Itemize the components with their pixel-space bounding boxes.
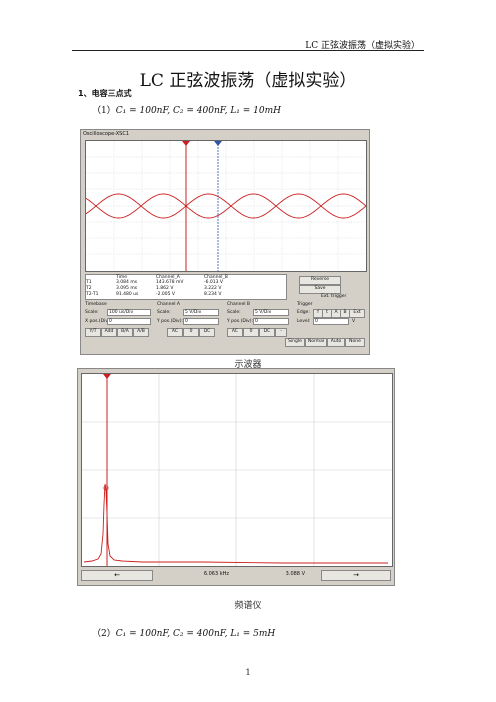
- mode-yt-button[interactable]: Y/T: [85, 328, 101, 337]
- page-number: 1: [245, 668, 251, 677]
- reverse-button[interactable]: Reverse: [299, 276, 341, 285]
- trigger-single-button[interactable]: Single: [285, 338, 305, 347]
- trigger-level-label: Level:: [297, 319, 311, 324]
- frequency-readout: 6.063 kHz: [203, 571, 229, 577]
- channel-a-scale-field[interactable]: 5 V/Div: [183, 309, 219, 316]
- grid: [82, 374, 392, 566]
- channel-a-zero-button[interactable]: 0: [183, 328, 199, 337]
- channel-b-zero-button[interactable]: 0: [243, 328, 259, 337]
- readout-row-label: T2-T1: [86, 292, 99, 297]
- cursor-t2-handle[interactable]: [214, 141, 222, 146]
- spectrum-caption: 频谱仪: [234, 601, 262, 611]
- channel-b-ac-button[interactable]: AC: [227, 328, 243, 337]
- readout-row-label: T2: [86, 286, 92, 291]
- section-heading: 1、电容三点式: [78, 89, 132, 98]
- channel-a-ypos-label: Y pos.(Div):: [157, 319, 183, 324]
- case-2-line: （2）C₁ = 100nF, C₂ = 400nF, L₁ = 5mH: [92, 626, 275, 639]
- oscilloscope-plot: [85, 141, 367, 271]
- header-rule: [72, 50, 424, 51]
- trigger-title: Trigger: [297, 302, 313, 307]
- spectrum-cursor-handle[interactable]: [103, 374, 111, 379]
- channel-b-title: Channel B: [227, 302, 250, 307]
- spectrum-analyzer-window: 1 ← 6.063 kHz 3.088 V →: [77, 368, 395, 586]
- left-arrow-button[interactable]: ←: [81, 570, 153, 581]
- case-2-formula: C₁ = 100nF, C₂ = 400nF, L₁ = 5mH: [115, 629, 276, 639]
- oscilloscope-title: Oscilloscope-XSC1: [81, 130, 369, 139]
- readout-row-a: -2.005 V: [156, 292, 176, 297]
- ext-trigger-label[interactable]: Ext. trigger: [321, 294, 346, 299]
- spectrum-status-bar: ← 6.063 kHz 3.088 V →: [81, 569, 391, 581]
- readout-row-time: 91.480 us: [116, 292, 139, 297]
- readout-row-b: 3.222 V: [204, 286, 222, 291]
- readout-row-b: 8.234 V: [204, 292, 222, 297]
- timebase-xpos-field[interactable]: 0: [107, 318, 151, 325]
- mode-ab-button[interactable]: A/B: [133, 328, 149, 337]
- mode-add-button[interactable]: Add: [101, 328, 117, 337]
- timebase-scale-field[interactable]: 100 us/Div: [107, 309, 151, 316]
- channel-a-title: Channel A: [157, 302, 180, 307]
- trigger-auto-button[interactable]: Auto: [327, 338, 345, 347]
- channel-a-scale-label: Scale:: [157, 310, 171, 315]
- channel-b-ypos-label: Y pos.(Div):: [227, 319, 253, 324]
- mode-ba-button[interactable]: B/A: [117, 328, 133, 337]
- trigger-level-unit: V: [352, 319, 356, 324]
- readout-row-time: 3.084 ms: [116, 280, 138, 285]
- page-title: LC 正弦波振荡（虚拟实验）: [139, 71, 357, 91]
- amplitude-readout: 3.088 V: [285, 571, 305, 577]
- oscilloscope-controls: Time Channel_A Channel_B T1 3.084 ms 143…: [85, 272, 365, 350]
- readout-row-label: T1: [86, 280, 92, 285]
- trigger-normal-button[interactable]: Normal: [305, 338, 327, 347]
- right-arrow-button[interactable]: →: [321, 570, 391, 581]
- readout-table: Time Channel_A Channel_B T1 3.084 ms 143…: [85, 274, 287, 300]
- trigger-level-field[interactable]: 0: [313, 318, 349, 325]
- trigger-edge-label: Edge:: [297, 310, 310, 315]
- channel-b-scale-label: Scale:: [227, 310, 241, 315]
- channel-b-scale-field[interactable]: 5 V/Div: [253, 309, 289, 316]
- channel-a-dc-button[interactable]: DC: [199, 328, 215, 337]
- case-1-line: （1）C₁ = 100nF, C₂ = 400nF, L₁ = 10mH: [92, 103, 281, 116]
- case-1-number: （1）: [92, 106, 116, 116]
- spectrum-plot: 1: [82, 374, 392, 566]
- readout-row-a: 1.862 V: [156, 286, 174, 291]
- channel-b-dc-button[interactable]: DC: [259, 328, 275, 337]
- spectrum-screen: 1: [81, 373, 393, 567]
- timebase-title: Timebase: [85, 302, 107, 307]
- readout-row-a: 143.678 mV: [156, 280, 184, 285]
- channel-a-ypos-field[interactable]: 0: [183, 318, 219, 325]
- cursor-t1-handle[interactable]: [182, 141, 190, 146]
- trigger-ext-button[interactable]: Ext: [349, 309, 365, 318]
- case-2-number: （2）: [92, 629, 116, 639]
- oscilloscope-screen: [85, 140, 367, 272]
- timebase-scale-label: Scale:: [85, 310, 99, 315]
- grid: [86, 141, 366, 271]
- channel-b-minus-button[interactable]: -: [275, 328, 287, 337]
- readout-row-b: -6.013 V: [204, 280, 224, 285]
- channel-a-ac-button[interactable]: AC: [167, 328, 183, 337]
- readout-row-time: 3.095 ms: [116, 286, 138, 291]
- oscilloscope-window: Oscilloscope-XSC1 Time Channel_A Channel…: [80, 129, 370, 355]
- channel-b-ypos-field[interactable]: 0: [253, 318, 289, 325]
- save-button[interactable]: Save: [299, 285, 341, 294]
- peak-marker-label: 1: [105, 487, 107, 491]
- case-1-formula: C₁ = 100nF, C₂ = 400nF, L₁ = 10mH: [115, 106, 282, 116]
- trigger-none-button[interactable]: None: [345, 338, 365, 347]
